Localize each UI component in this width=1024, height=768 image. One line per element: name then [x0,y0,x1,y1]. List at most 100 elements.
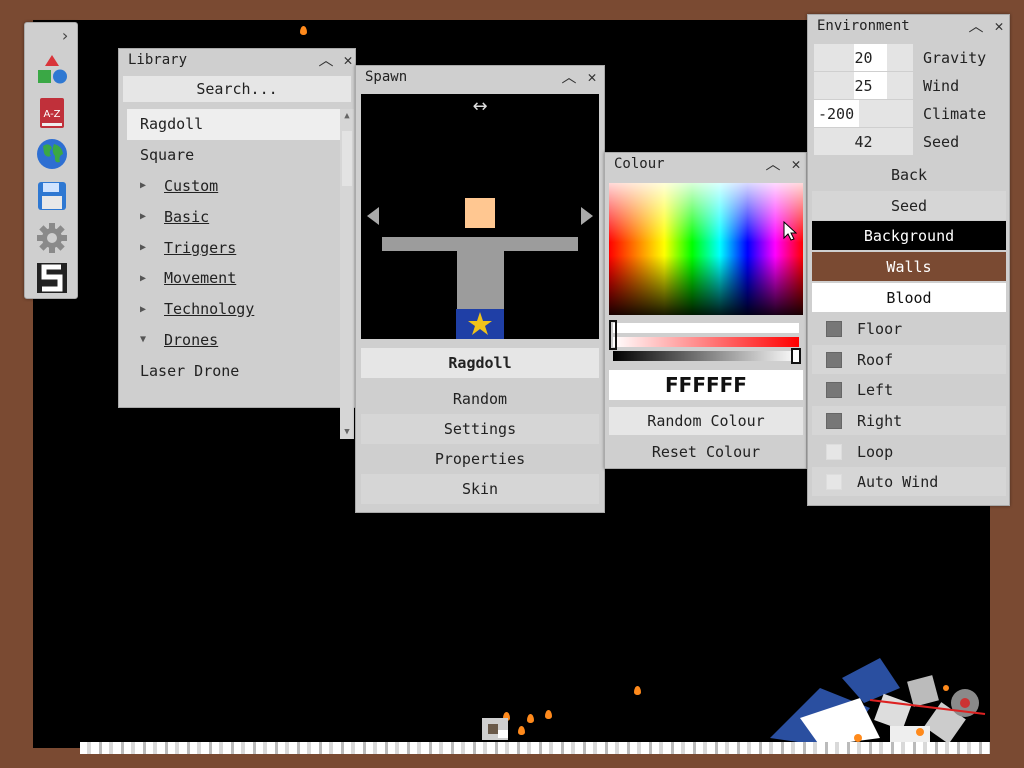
roof-toggle[interactable]: Roof [812,345,1006,374]
collapse-triangle-icon: ▼ [140,334,147,346]
shapes-icon[interactable] [36,53,68,85]
properties-button[interactable]: Properties [361,444,599,474]
wind-label: Wind [923,76,960,95]
spawn-titlebar[interactable]: Spawn ︿ ✕ [356,66,604,88]
loop-toggle[interactable]: Loop [812,437,1006,466]
scrollbar-thumb[interactable] [342,131,352,186]
minimize-chevron-icon[interactable]: ︿ [317,51,335,69]
settings-gear-icon[interactable] [36,222,68,254]
fire-particle [634,686,641,695]
red-saturation-slider[interactable] [613,337,799,347]
reset-colour-button[interactable]: Reset Colour [609,438,803,466]
wind-input[interactable]: 25 [814,72,913,99]
toggle-label: Loop [857,442,894,461]
library-folder-technology[interactable]: ▶ Technology [127,294,341,325]
checkbox-icon[interactable] [826,443,842,460]
expand-triangle-icon: ▶ [140,272,147,284]
floor-toggle[interactable]: Floor [812,314,1006,343]
library-panel: Library ︿ ✕ Search... Ragdoll Square ▶ Cu… [118,48,356,439]
slider-handle[interactable] [609,320,617,350]
logo-s-icon[interactable] [36,262,68,294]
svg-text:A-Z: A-Z [43,109,60,120]
colour-title: Colour [614,156,665,172]
library-folder-basic[interactable]: ▶ Basic [127,201,341,232]
expand-triangle-icon: ▶ [140,180,147,192]
globe-icon[interactable] [36,138,68,170]
climate-label: Climate [923,104,987,123]
folder-label: Technology [164,300,255,319]
library-search-input[interactable]: Search... [123,76,351,102]
colour-panel: Colour ︿ ✕ FFFFFF Random Colour Reset Co… [604,152,807,469]
library-item-laser-drone[interactable]: Laser Drone [127,355,341,386]
spawn-preview[interactable]: ↔ [361,94,599,339]
library-item-ragdoll[interactable]: Ragdoll [127,109,341,140]
fire-particle [545,710,552,719]
blood-colour-button[interactable]: Blood [812,283,1006,312]
close-icon[interactable]: ✕ [990,17,1008,35]
close-icon[interactable]: ✕ [583,68,601,86]
scroll-down-icon[interactable]: ▼ [340,425,354,439]
background-colour-button[interactable]: Background [812,221,1006,250]
expand-triangle-icon: ▶ [140,211,147,223]
library-folder-movement[interactable]: ▶ Movement [127,263,341,294]
random-button[interactable]: Random [361,384,599,414]
brightness-slider[interactable] [613,351,799,361]
seed-label: Seed [923,132,960,151]
toggle-label: Left [857,380,894,399]
colour-titlebar[interactable]: Colour ︿ ✕ [605,153,806,175]
folder-label: Drones [164,330,219,349]
fire-particle [300,26,307,35]
library-list: Ragdoll Square ▶ Custom ▶ Basic ▶ Triggers … [127,109,341,386]
slider-handle[interactable] [791,348,801,364]
expand-triangle-icon: ▶ [140,242,147,254]
list-item-label: Laser Drone [140,361,240,380]
back-button[interactable]: Back [812,160,1006,189]
folder-label: Custom [164,176,219,195]
checkbox-icon[interactable] [826,381,842,398]
library-folder-custom[interactable]: ▶ Custom [127,171,341,202]
floor-surface [80,742,990,754]
library-scrollbar[interactable]: ▲ ▼ [340,109,354,439]
skin-button[interactable]: Skin [361,474,599,504]
checkbox-icon[interactable] [826,320,842,337]
scroll-up-icon[interactable]: ▲ [340,109,354,123]
ragdoll-debris-pile[interactable] [760,648,990,748]
checkbox-icon[interactable] [826,473,842,490]
library-folder-triggers[interactable]: ▶ Triggers [127,232,341,263]
minimize-chevron-icon[interactable]: ︿ [560,68,578,86]
wind-field: 25 Wind [814,72,959,99]
previous-arrow-icon[interactable] [366,207,380,225]
right-toggle[interactable]: Right [812,406,1006,435]
left-toggle[interactable]: Left [812,375,1006,404]
seed-input[interactable]: 42 [814,128,913,155]
save-icon[interactable] [36,180,68,212]
collapse-arrow-icon[interactable]: › [55,25,75,47]
a-z-library-icon[interactable]: A-Z [36,97,68,129]
random-colour-button[interactable]: Random Colour [609,407,803,435]
settings-button[interactable]: Settings [361,414,599,444]
checkbox-icon[interactable] [826,351,842,368]
search-placeholder: Search... [196,80,278,98]
minimize-chevron-icon[interactable]: ︿ [764,155,782,173]
hex-colour-value[interactable]: FFFFFF [609,370,803,400]
colour-spectrum-picker[interactable] [609,183,803,315]
close-icon[interactable]: ✕ [787,155,805,173]
library-item-square[interactable]: Square [127,140,341,171]
library-titlebar[interactable]: Library ︿ ✕ [119,49,355,71]
minimize-chevron-icon[interactable]: ︿ [967,17,985,35]
lightness-slider[interactable] [613,323,799,333]
walls-colour-button[interactable]: Walls [812,252,1006,281]
svg-text:↔: ↔ [472,96,487,117]
gravity-field: 20 Gravity [814,44,986,71]
environment-titlebar[interactable]: Environment ︿ ✕ [808,15,1009,37]
checkbox-icon[interactable] [826,412,842,429]
library-folder-drones[interactable]: ▼ Drones [127,325,341,356]
toggle-label: Right [857,411,903,430]
seed-field: 42 Seed [814,128,959,155]
gravity-input[interactable]: 20 [814,44,913,71]
auto-wind-toggle[interactable]: Auto Wind [812,467,1006,496]
next-arrow-icon[interactable] [580,207,594,225]
seed-button[interactable]: Seed [812,191,1006,220]
climate-input[interactable]: -200 [814,100,913,127]
climate-field: -200 Climate [814,100,986,127]
